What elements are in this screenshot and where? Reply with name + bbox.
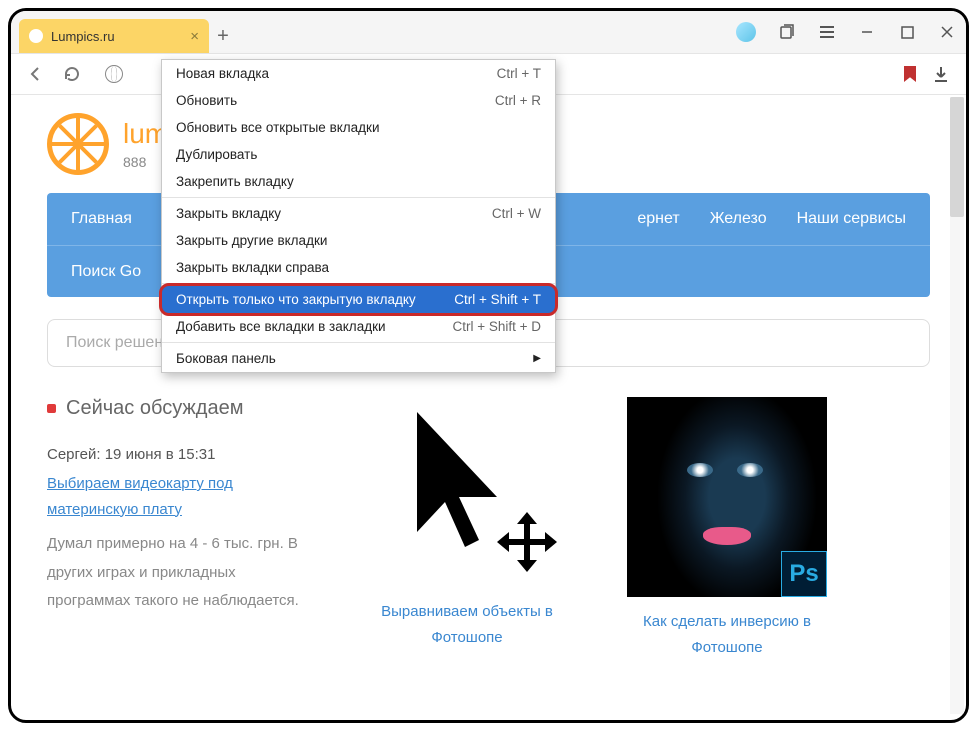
tile-image-face: Ps <box>627 397 827 597</box>
close-window-icon[interactable] <box>938 23 956 41</box>
scrollbar[interactable] <box>950 97 964 714</box>
menu-reload[interactable]: ОбновитьCtrl + R <box>162 87 555 114</box>
site-logo[interactable] <box>47 113 109 175</box>
discuss-meta: Сергей: 19 июня в 15:31 <box>47 446 317 463</box>
menu-bookmark-all[interactable]: Добавить все вкладки в закладкиCtrl + Sh… <box>162 313 555 340</box>
menu-separator <box>162 342 555 343</box>
menu-reload-all[interactable]: Обновить все открытые вкладки <box>162 114 555 141</box>
menu-separator <box>162 283 555 284</box>
article-tile[interactable]: Выравниваем объекты в Фотошопе <box>357 397 577 650</box>
downloads-button[interactable] <box>930 63 952 85</box>
tab-favicon <box>29 29 43 43</box>
back-button[interactable] <box>25 63 47 85</box>
menu-duplicate[interactable]: Дублировать <box>162 141 555 168</box>
window-controls <box>736 11 956 53</box>
article-tile[interactable]: Ps Как сделать инверсию в Фотошопе <box>617 397 837 660</box>
browser-tab[interactable]: Lumpics.ru × <box>19 19 209 53</box>
scrollbar-thumb[interactable] <box>950 97 964 217</box>
nav-search-google[interactable]: Поиск Go <box>71 263 141 281</box>
tile-title[interactable]: Как сделать инверсию в Фотошопе <box>617 609 837 660</box>
nav-internet[interactable]: ернет <box>637 210 679 228</box>
menu-side-panel[interactable]: Боковая панель▶ <box>162 345 555 372</box>
menu-close-right[interactable]: Закрыть вкладки справа <box>162 254 555 281</box>
globe-icon <box>105 65 123 83</box>
weather-icon[interactable] <box>736 22 756 42</box>
nav-hardware[interactable]: Железо <box>710 210 767 228</box>
discuss-widget: Сейчас обсуждаем Сергей: 19 июня в 15:31… <box>47 397 317 616</box>
tab-title: Lumpics.ru <box>51 29 115 44</box>
photoshop-badge-icon: Ps <box>781 551 827 597</box>
live-dot-icon <box>47 404 56 413</box>
menu-new-tab[interactable]: Новая вкладкаCtrl + T <box>162 60 555 87</box>
tile-title[interactable]: Выравниваем объекты в Фотошопе <box>357 599 577 650</box>
collections-icon[interactable] <box>778 23 796 41</box>
reload-button[interactable] <box>61 63 83 85</box>
menu-icon[interactable] <box>818 23 836 41</box>
discuss-text: Думал примерно на 4 - 6 тыс. грн. В друг… <box>47 530 317 616</box>
submenu-arrow-icon: ▶ <box>533 353 541 364</box>
menu-reopen-closed-tab[interactable]: Открыть только что закрытую вкладкуCtrl … <box>162 286 555 313</box>
tile-image-cursor <box>362 397 572 587</box>
close-tab-icon[interactable]: × <box>190 28 199 45</box>
discuss-link[interactable]: Выбираем видеокарту под материнскую плат… <box>47 475 233 518</box>
menu-pin-tab[interactable]: Закрепить вкладку <box>162 168 555 195</box>
tab-bar: Lumpics.ru × + <box>11 11 966 53</box>
menu-close-others[interactable]: Закрыть другие вкладки <box>162 227 555 254</box>
minimize-icon[interactable] <box>858 23 876 41</box>
bookmark-icon[interactable] <box>904 66 916 82</box>
tab-context-menu: Новая вкладкаCtrl + T ОбновитьCtrl + R О… <box>161 59 556 373</box>
discuss-title: Сейчас обсуждаем <box>47 397 317 420</box>
nav-services[interactable]: Наши сервисы <box>797 210 906 228</box>
new-tab-button[interactable]: + <box>209 19 237 53</box>
menu-separator <box>162 197 555 198</box>
menu-close-tab[interactable]: Закрыть вкладкуCtrl + W <box>162 200 555 227</box>
nav-main[interactable]: Главная <box>71 210 132 228</box>
maximize-icon[interactable] <box>898 23 916 41</box>
